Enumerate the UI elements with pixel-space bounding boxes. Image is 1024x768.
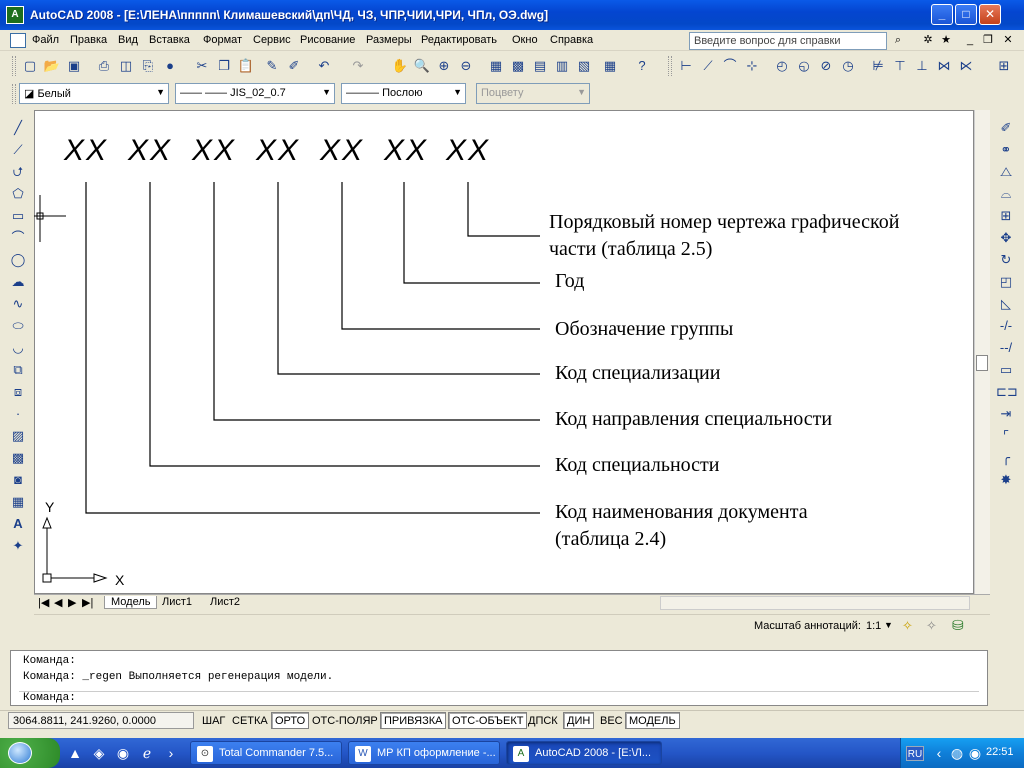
ucs-axis-icon	[42, 516, 108, 583]
leader-direction-code	[213, 182, 540, 421]
osnap-toggle[interactable]: ПРИВЯЗКА	[380, 712, 447, 729]
tab-layout1[interactable]: Лист1	[162, 596, 192, 608]
task-label: Total Commander 7.5...	[219, 747, 334, 759]
crosshair-cursor	[34, 195, 66, 242]
task-label: AutoCAD 2008 - [E:\Л...	[535, 747, 652, 759]
leader-specialty-code	[149, 182, 540, 467]
caption-document-name-ref: (таблица 2.4)	[555, 528, 667, 550]
tab-model[interactable]: Модель	[104, 596, 158, 609]
annotation-visibility-icon[interactable]: ✧	[902, 618, 913, 634]
snap-toggle[interactable]: ШАГ	[198, 712, 229, 729]
taskbar-word-document[interactable]: W МР КП оформление -...	[348, 741, 500, 765]
total-commander-icon: ⊙	[197, 746, 213, 762]
toolbar-lock-icon[interactable]: ⛁	[952, 617, 964, 634]
quicklaunch-more-icon[interactable]: ›	[162, 744, 180, 762]
model-toggle[interactable]: МОДЕЛЬ	[625, 712, 680, 729]
tray-expand-icon[interactable]: ‹	[930, 744, 948, 762]
tray-app-icon[interactable]: ◉	[966, 744, 984, 762]
annotation-scale-label: Масштаб аннотаций:	[754, 620, 861, 632]
windows-logo-icon[interactable]	[8, 742, 32, 764]
caption-specialization: Код специализации	[555, 362, 721, 384]
internet-explorer-icon[interactable]: ℯ	[138, 744, 156, 762]
ducs-toggle[interactable]: ДПСК	[524, 712, 562, 729]
caption-drawing-number: Порядковый номер чертежа графической	[549, 211, 900, 233]
annotation-scale-value[interactable]: 1:1	[866, 620, 881, 632]
caption-drawing-number-ref: части (таблица 2.5)	[549, 238, 713, 260]
task-label: МР КП оформление -...	[377, 747, 496, 759]
taskbar-autocad[interactable]: A AutoCAD 2008 - [E:\Л...	[506, 741, 662, 765]
axis-x-label: X	[115, 572, 125, 588]
tab-layout2[interactable]: Лист2	[210, 596, 240, 608]
code-field: XX	[128, 134, 173, 167]
leader-group-code	[341, 182, 540, 330]
caption-specialty: Код специальности	[555, 454, 720, 476]
horizontal-scrollbar[interactable]	[660, 596, 970, 610]
axis-y-label: Y	[45, 499, 55, 515]
code-field: XX	[64, 134, 109, 167]
language-indicator[interactable]: RU	[906, 746, 924, 761]
lineweight-toggle[interactable]: ВЕС	[596, 712, 627, 729]
tab-first-button[interactable]: |◀	[38, 596, 49, 609]
caption-direction: Код направления специальности	[555, 408, 833, 430]
code-field: XX	[320, 134, 365, 167]
code-field: XX	[192, 134, 237, 167]
code-field: XX	[446, 134, 491, 167]
coordinates-display[interactable]: 3064.8811, 241.9260, 0.0000	[8, 712, 194, 729]
quicklaunch-icon[interactable]: ▲	[66, 744, 84, 762]
clock[interactable]: 22:51	[986, 746, 1014, 758]
annotation-bar: Масштаб аннотаций: 1:1 ▼ ✧ ✧ ⛁	[34, 614, 990, 636]
tab-next-button[interactable]: ▶	[68, 596, 76, 609]
word-icon: W	[355, 746, 371, 762]
quicklaunch-icon[interactable]: ◈	[90, 744, 108, 762]
polar-toggle[interactable]: ОТС-ПОЛЯР	[308, 712, 382, 729]
code-field: XX	[256, 134, 301, 167]
otrack-toggle[interactable]: ОТС-ОБЪЕКТ	[448, 712, 528, 729]
annotation-autoscale-icon[interactable]: ✧	[926, 618, 937, 634]
caption-group: Обозначение группы	[555, 318, 734, 340]
dyn-toggle[interactable]: ДИН	[563, 712, 595, 729]
caption-document-name: Код наименования документа	[555, 501, 808, 523]
ortho-toggle[interactable]: ОРТО	[271, 712, 310, 729]
firefox-icon[interactable]: ◉	[114, 744, 132, 762]
leader-drawing-number	[467, 182, 540, 237]
caption-year: Год	[555, 270, 585, 292]
tab-last-button[interactable]: ▶|	[82, 596, 93, 609]
autocad-icon: A	[513, 746, 529, 762]
command-prompt-input[interactable]: Команда:	[19, 691, 979, 704]
chevron-down-icon[interactable]: ▼	[884, 620, 893, 630]
leader-document-name	[85, 182, 540, 514]
command-history-line: Команда: _regen Выполняется регенерация …	[23, 671, 334, 683]
leader-year	[403, 182, 540, 284]
taskbar-total-commander[interactable]: ⊙ Total Commander 7.5...	[190, 741, 342, 765]
grid-toggle[interactable]: СЕТКА	[228, 712, 272, 729]
code-field: XX	[384, 134, 429, 167]
leader-specialization-code	[277, 182, 540, 375]
tray-network-icon[interactable]: ◍	[948, 744, 966, 762]
command-history-line: Команда:	[23, 655, 76, 667]
command-window[interactable]: Команда: Команда: _regen Выполняется рег…	[10, 650, 988, 706]
tab-prev-button[interactable]: ◀	[54, 596, 62, 609]
